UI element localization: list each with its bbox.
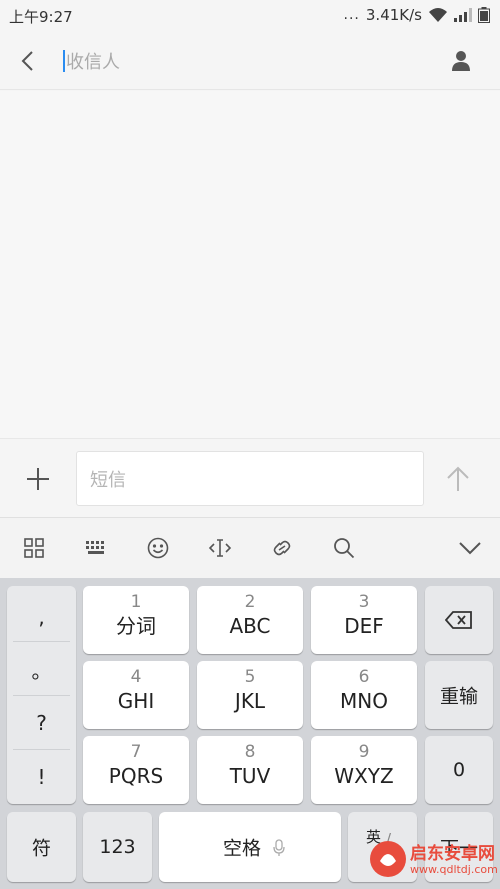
back-button[interactable] <box>12 45 44 77</box>
zero-key[interactable]: 0 <box>425 736 493 804</box>
message-thread-area <box>0 91 500 438</box>
watermark-url: www.qdltdj.com <box>410 863 498 876</box>
signal-icon <box>454 8 472 22</box>
key-8[interactable]: 8 TUV <box>197 736 303 804</box>
status-dots: ... <box>343 7 360 23</box>
network-speed: 3.41K/s <box>365 6 422 24</box>
contacts-button[interactable] <box>446 46 476 76</box>
search-icon[interactable] <box>331 535 357 561</box>
backspace-icon <box>445 611 472 629</box>
key-label: MNO <box>340 689 388 713</box>
key-label: ABC <box>229 614 271 638</box>
reenter-label: 重输 <box>439 685 478 708</box>
reenter-key[interactable]: 重输 <box>425 661 493 729</box>
key-label: DEF <box>344 614 384 638</box>
key-label: JKL <box>234 689 266 713</box>
key-4[interactable]: 4 GHI <box>83 661 189 729</box>
key-number: 2 <box>244 592 256 612</box>
add-attachment-button[interactable] <box>20 461 56 497</box>
watermark-logo: 启东安卓网 www.qdltdj.com <box>366 827 498 887</box>
person-icon <box>452 51 470 71</box>
microphone-icon <box>273 839 285 856</box>
chevron-down-icon[interactable] <box>457 535 483 561</box>
wifi-icon <box>428 7 448 23</box>
key-9[interactable]: 9 WXYZ <box>311 736 417 804</box>
sms-placeholder: 短信 <box>90 469 126 491</box>
key-number: 7 <box>130 742 142 762</box>
send-button[interactable] <box>440 461 476 497</box>
key-label: TUV <box>229 764 271 788</box>
zero-label: 0 <box>452 759 466 781</box>
status-indicators: ... 3.41K/s <box>344 6 490 24</box>
sms-input[interactable]: 短信 <box>76 451 424 506</box>
battery-icon <box>478 7 490 23</box>
symbol-label: 符 <box>31 837 51 860</box>
link-icon[interactable] <box>269 535 295 561</box>
key-label: 分词 <box>116 614 156 638</box>
keyboard-icon[interactable] <box>83 535 109 561</box>
key-number: 1 <box>130 592 142 612</box>
text-cursor <box>63 50 65 72</box>
header-bar: 收信人 <box>0 30 500 90</box>
space-label: 空格 <box>222 837 261 860</box>
numeric-key[interactable]: 123 <box>83 812 152 882</box>
key-number: 9 <box>358 742 370 762</box>
recipient-placeholder: 收信人 <box>66 52 120 73</box>
status-time: 上午9:27 <box>9 8 73 26</box>
back-arrow-icon <box>21 51 33 71</box>
key-7[interactable]: 7 PQRS <box>83 736 189 804</box>
watermark-name: 启东安卓网 <box>410 844 495 864</box>
numeric-label: 123 <box>99 836 136 858</box>
watermark-badge-icon <box>370 841 406 877</box>
punct-comma-key[interactable]: , <box>7 590 76 644</box>
punctuation-column: , 。 ? ! <box>7 586 76 804</box>
send-arrow-up-icon <box>447 466 469 491</box>
ime-toolbar <box>0 518 500 578</box>
punct-period-key[interactable]: 。 <box>7 642 76 696</box>
emoji-icon[interactable] <box>145 535 171 561</box>
key-label: PQRS <box>108 764 164 788</box>
space-key[interactable]: 空格 <box>159 812 341 882</box>
key-number: 5 <box>244 667 256 687</box>
status-bar: 上午9:27 ... 3.41K/s <box>0 0 500 30</box>
recipient-input[interactable]: 收信人 <box>63 46 433 76</box>
punct-question-key[interactable]: ? <box>7 696 76 750</box>
key-number: 3 <box>358 592 370 612</box>
keyboard: , 。 ? ! 1 分词 2 ABC 3 DEF 4 GHI 5 JKL 6 M… <box>0 578 500 889</box>
key-3[interactable]: 3 DEF <box>311 586 417 654</box>
backspace-key[interactable] <box>425 586 493 654</box>
grid-icon[interactable] <box>21 535 47 561</box>
key-label: WXYZ <box>334 764 394 788</box>
key-1[interactable]: 1 分词 <box>83 586 189 654</box>
key-number: 8 <box>244 742 256 762</box>
punct-exclaim-key[interactable]: ! <box>7 750 76 804</box>
cursor-move-icon[interactable] <box>207 535 233 561</box>
compose-bar: 短信 <box>0 438 500 518</box>
symbol-key[interactable]: 符 <box>7 812 76 882</box>
key-label: GHI <box>117 689 155 713</box>
key-number: 6 <box>358 667 370 687</box>
key-5[interactable]: 5 JKL <box>197 661 303 729</box>
plus-icon <box>27 468 49 490</box>
key-2[interactable]: 2 ABC <box>197 586 303 654</box>
key-number: 4 <box>130 667 142 687</box>
key-6[interactable]: 6 MNO <box>311 661 417 729</box>
